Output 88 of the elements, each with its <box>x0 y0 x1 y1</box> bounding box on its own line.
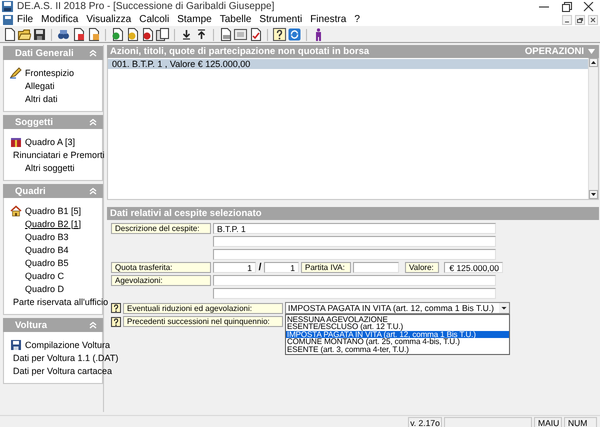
menu-item[interactable]: Calcoli <box>135 14 174 25</box>
list-row[interactable]: 001. B.T.P. 1 , Valore € 125.000,00 <box>108 59 588 69</box>
pen-icon <box>10 66 22 78</box>
sidebar-item[interactable]: Quadro B4 <box>25 244 69 254</box>
section-title: Soggetti <box>15 116 53 128</box>
scroll-down-icon[interactable] <box>589 190 598 199</box>
scrollbar[interactable] <box>588 58 598 199</box>
menu-item[interactable]: Finestra <box>306 14 350 25</box>
field-label: Valore: <box>405 262 439 273</box>
section-title: Dati Generali <box>15 48 74 58</box>
field-label: Quota trasferita: <box>111 262 211 273</box>
document-icon[interactable] <box>219 28 232 41</box>
menu-item[interactable]: File <box>13 14 38 25</box>
sidebar-item[interactable]: Dati per Voltura 1.1 (.DAT) <box>13 352 118 362</box>
document-icon[interactable] <box>249 28 262 41</box>
restore-icon[interactable] <box>575 14 585 24</box>
section-title: Voltura <box>15 320 48 330</box>
sidebar-item[interactable]: Quadro B5 <box>25 258 69 268</box>
sidebar-item[interactable]: Quadro B2 [1] <box>25 218 82 228</box>
input-field[interactable] <box>213 288 496 299</box>
menu-item[interactable]: Modifica <box>37 14 82 25</box>
dropdown-option[interactable]: COMUNE MONTANO (art. 25, comma 4-bis, T.U.) <box>286 338 509 346</box>
input-field[interactable] <box>213 249 496 260</box>
input-field[interactable]: € 125.000,00 <box>444 262 503 273</box>
dropdown-option[interactable]: ESENTE (art. 3, comma 4-ter, T.U.) <box>286 346 509 353</box>
input-field[interactable] <box>213 275 496 286</box>
field-label: Eventuali riduzioni ed agevolazioni: <box>123 302 283 314</box>
dropdown-option[interactable]: IMPOSTA PAGATA IN VITA (art. 12, comma 1 Bis T.U.) <box>286 330 509 338</box>
menu-item[interactable]: ? <box>350 14 364 25</box>
panel-title: Azioni, titoli, quote di partecipazione non quotati in borsa <box>110 46 370 57</box>
input-field[interactable] <box>353 262 399 273</box>
document-icon[interactable] <box>3 28 16 41</box>
sidebar-item[interactable]: Compilazione Voltura <box>25 340 110 350</box>
fraction-slash: / <box>258 262 262 273</box>
caret-icon[interactable] <box>499 303 509 313</box>
field-label: Partita IVA: <box>301 262 351 273</box>
field-label: Precedenti successioni nel quinquennio: <box>123 316 283 327</box>
help-icon[interactable] <box>111 303 121 313</box>
restore-icon[interactable] <box>560 2 572 12</box>
sidebar-item[interactable]: Frontespizio <box>25 68 74 78</box>
minimize-icon[interactable] <box>562 14 572 24</box>
sidebar-item[interactable]: Quadro C <box>25 270 64 280</box>
input-field[interactable]: 1 <box>213 262 256 273</box>
scroll-up-icon[interactable] <box>589 58 598 67</box>
sidebar-item[interactable]: Altri dati <box>25 94 58 104</box>
help-icon[interactable] <box>273 28 286 41</box>
field-label: Descrizione del cespite: <box>111 223 211 234</box>
document-icon[interactable] <box>126 28 139 41</box>
help-icon[interactable] <box>111 316 121 326</box>
arrow-up-icon[interactable] <box>195 28 208 41</box>
binoculars-icon[interactable] <box>57 28 70 41</box>
arrow-down-icon[interactable] <box>180 28 193 41</box>
folder-icon[interactable] <box>18 28 31 41</box>
document-icon[interactable] <box>72 28 85 41</box>
menu-item[interactable]: Strumenti <box>255 14 306 25</box>
sidebar-item[interactable]: Quadro A [3] <box>25 136 76 146</box>
document-icon[interactable] <box>141 28 154 41</box>
sidebar-item[interactable]: Quadro B1 [5] <box>25 206 82 216</box>
menu-item[interactable]: Stampe <box>173 14 216 25</box>
input-field[interactable]: B.T.P. 1 <box>213 223 496 234</box>
caps-lock-indicator: MAIU <box>534 417 562 427</box>
sidebar-item[interactable]: Parte riservata all'ufficio <box>13 296 108 306</box>
panel-header: Dati relativi al cespite selezionato <box>107 207 599 220</box>
input-field[interactable] <box>213 236 496 247</box>
document-icon[interactable] <box>111 28 124 41</box>
close-icon[interactable] <box>582 2 594 12</box>
gift-icon <box>10 136 22 148</box>
refresh-icon[interactable] <box>288 28 301 41</box>
menu-item[interactable]: Tabelle <box>216 14 256 25</box>
window-icon[interactable] <box>234 28 247 41</box>
section-title: Quadri <box>15 186 46 196</box>
input-field[interactable]: 1 <box>264 262 299 273</box>
num-lock-indicator: NUM <box>564 417 597 427</box>
dropdown-option[interactable]: NESSUNA AGEVOLAZIONE <box>286 316 509 324</box>
documents-icon[interactable] <box>156 28 169 41</box>
sidebar-item[interactable]: Quadro B3 <box>25 232 69 242</box>
document-icon[interactable] <box>87 28 100 41</box>
sidebar-item[interactable]: Quadro D <box>25 284 64 294</box>
sidebar-item[interactable]: Rinunciatari e Premorti <box>13 150 105 160</box>
house-icon <box>10 204 22 216</box>
sidebar-item[interactable]: Allegati <box>25 80 55 90</box>
dropdown-option[interactable]: ESENTE/ESCLUSO (art. 12 T.U.) <box>286 323 509 331</box>
sidebar-item[interactable]: Dati per Voltura cartacea <box>13 366 112 376</box>
sidebar-item[interactable]: Altri soggetti <box>25 162 75 172</box>
window-title: DE.A.S. II 2018 Pro - [Successione di Garibaldi Giuseppe] <box>17 1 276 12</box>
menu-item[interactable]: Visualizza <box>82 14 136 25</box>
field-label: Agevolazioni: <box>111 275 211 286</box>
version-label: v. 2.17o <box>408 417 442 427</box>
